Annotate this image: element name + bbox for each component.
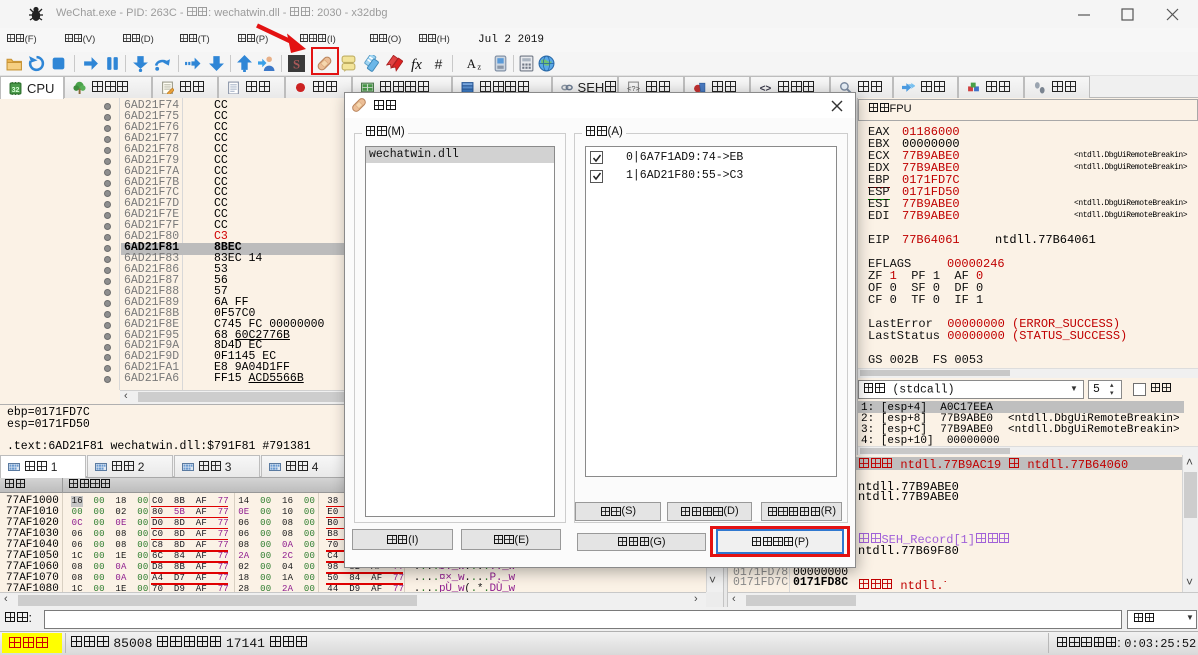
- svg-text:#: #: [435, 56, 443, 72]
- svg-text:z: z: [477, 61, 481, 71]
- svg-text:32: 32: [12, 86, 20, 93]
- svg-text:fx: fx: [411, 57, 422, 72]
- svg-text:A: A: [467, 57, 477, 71]
